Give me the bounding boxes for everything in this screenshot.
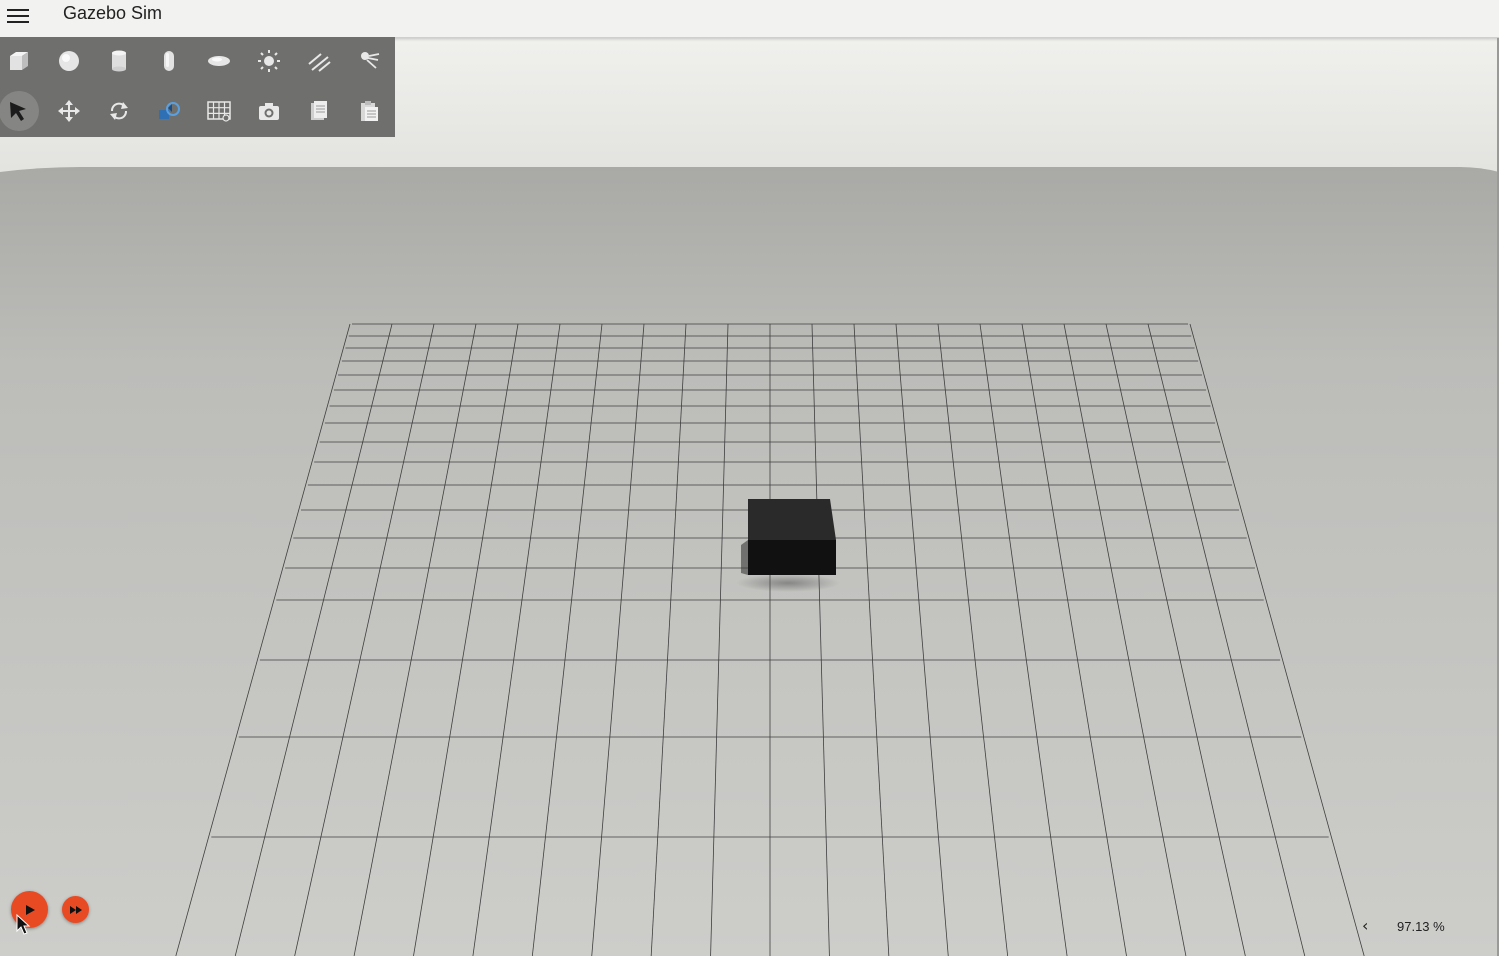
box-model[interactable] xyxy=(741,499,836,575)
copy-icon xyxy=(311,101,327,120)
shapes-and-tools-toolbar xyxy=(0,37,395,137)
point-light-button[interactable] xyxy=(249,41,289,81)
translate-icon xyxy=(58,100,80,122)
select-arrow-button[interactable] xyxy=(0,91,39,131)
paste-icon xyxy=(361,101,378,121)
cylinder-shape-button[interactable] xyxy=(99,41,139,81)
paste-button[interactable] xyxy=(349,91,389,131)
grid-snap-icon xyxy=(207,101,231,122)
stats-toggle-arrow[interactable]: ‹ xyxy=(1362,916,1368,935)
screenshot-camera-icon xyxy=(259,103,279,120)
sphere-shape-button[interactable] xyxy=(49,41,89,81)
hamburger-menu-icon[interactable] xyxy=(7,4,31,28)
box-shadow xyxy=(736,574,840,592)
capsule-shape-icon xyxy=(164,51,174,71)
spot-light-button[interactable] xyxy=(349,41,389,81)
step-button[interactable] xyxy=(62,896,89,923)
point-light-icon xyxy=(258,50,280,72)
select-arrow-icon xyxy=(10,102,26,121)
copy-button[interactable] xyxy=(299,91,339,131)
title-bar: Gazebo Sim xyxy=(0,0,1499,38)
fast-forward-icon xyxy=(69,905,82,914)
sphere-shape-icon xyxy=(59,51,79,71)
3d-scene-viewport[interactable] xyxy=(0,38,1499,956)
scene-canvas[interactable] xyxy=(0,38,1499,956)
capsule-shape-button[interactable] xyxy=(149,41,189,81)
rotate-icon xyxy=(110,102,128,120)
directional-light-button[interactable] xyxy=(299,41,339,81)
mouse-cursor-icon xyxy=(16,914,31,935)
ellipsoid-shape-icon xyxy=(208,56,230,66)
spot-light-icon xyxy=(361,52,380,69)
translate-button[interactable] xyxy=(49,91,89,131)
transform-control-icon xyxy=(159,102,180,119)
rotate-button[interactable] xyxy=(99,91,139,131)
real-time-factor: 97.13 % xyxy=(1397,919,1445,934)
transform-control-button[interactable] xyxy=(149,91,189,131)
ellipsoid-shape-button[interactable] xyxy=(199,41,239,81)
grid-snap-button[interactable] xyxy=(199,91,239,131)
screenshot-camera-button[interactable] xyxy=(249,91,289,131)
box-shape-icon xyxy=(10,52,28,70)
cylinder-shape-icon xyxy=(112,50,126,72)
directional-light-icon xyxy=(308,53,331,72)
app-title: Gazebo Sim xyxy=(63,3,163,23)
box-shape-button[interactable] xyxy=(0,41,39,81)
